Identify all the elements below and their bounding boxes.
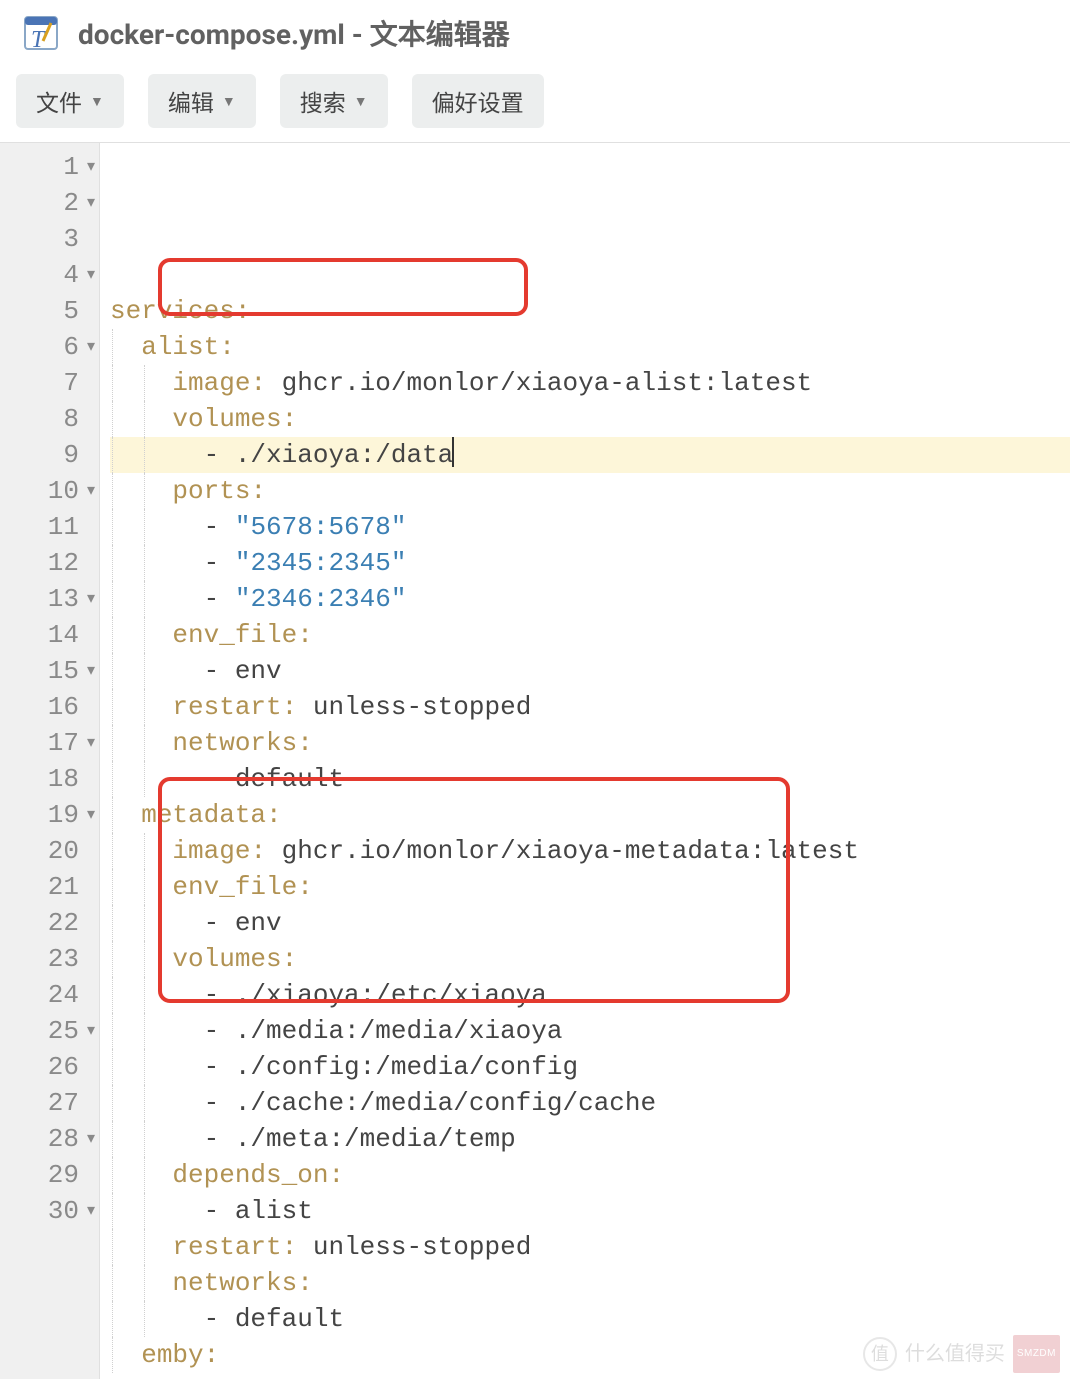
watermark-badge: 值 <box>863 1337 897 1371</box>
text-cursor <box>452 437 454 467</box>
line-number[interactable]: 8 <box>0 401 99 437</box>
fold-toggle-icon[interactable]: ▾ <box>87 797 95 833</box>
code-line[interactable]: env_file: <box>110 869 1070 905</box>
line-number[interactable]: 17▾ <box>0 725 99 761</box>
fold-toggle-icon[interactable]: ▾ <box>87 1193 95 1229</box>
code-editor[interactable]: 1▾2▾34▾56▾78910▾111213▾1415▾1617▾1819▾20… <box>0 143 1070 1379</box>
code-line[interactable]: metadata: <box>110 797 1070 833</box>
code-line[interactable]: image: ghcr.io/monlor/xiaoya-metadata:la… <box>110 833 1070 869</box>
line-number[interactable]: 27 <box>0 1085 99 1121</box>
code-line[interactable]: - alist <box>110 1193 1070 1229</box>
code-line[interactable]: - ./config:/media/config <box>110 1049 1070 1085</box>
line-number[interactable]: 11 <box>0 509 99 545</box>
line-number[interactable]: 23 <box>0 941 99 977</box>
line-number[interactable]: 1▾ <box>0 149 99 185</box>
caret-down-icon: ▼ <box>222 93 236 109</box>
line-number[interactable]: 15▾ <box>0 653 99 689</box>
code-line[interactable]: services: <box>110 293 1070 329</box>
code-line[interactable]: - default <box>110 1301 1070 1337</box>
code-line[interactable]: - env <box>110 905 1070 941</box>
code-line[interactable]: alist: <box>110 329 1070 365</box>
code-line[interactable]: - ./xiaoya:/data <box>110 437 1070 473</box>
window-title: docker-compose.yml - 文本编辑器 <box>78 13 510 53</box>
menu-file[interactable]: 文件 ▼ <box>16 74 124 128</box>
code-line[interactable]: ports: <box>110 473 1070 509</box>
code-line[interactable]: - env <box>110 653 1070 689</box>
titlebar: T docker-compose.yml - 文本编辑器 <box>0 0 1070 74</box>
code-area[interactable]: services: alist: image: ghcr.io/monlor/x… <box>100 143 1070 1379</box>
caret-down-icon: ▼ <box>354 93 368 109</box>
line-number[interactable]: 20 <box>0 833 99 869</box>
code-line[interactable]: - ./meta:/media/temp <box>110 1121 1070 1157</box>
fold-toggle-icon[interactable]: ▾ <box>87 1121 95 1157</box>
line-number[interactable]: 26 <box>0 1049 99 1085</box>
line-number[interactable]: 30▾ <box>0 1193 99 1229</box>
line-number[interactable]: 2▾ <box>0 185 99 221</box>
line-number[interactable]: 10▾ <box>0 473 99 509</box>
line-number[interactable]: 21 <box>0 869 99 905</box>
line-number-gutter[interactable]: 1▾2▾34▾56▾78910▾111213▾1415▾1617▾1819▾20… <box>0 143 100 1379</box>
code-line[interactable]: depends_on: <box>110 1157 1070 1193</box>
line-number[interactable]: 13▾ <box>0 581 99 617</box>
line-number[interactable]: 19▾ <box>0 797 99 833</box>
fold-toggle-icon[interactable]: ▾ <box>87 149 95 185</box>
fold-toggle-icon[interactable]: ▾ <box>87 329 95 365</box>
fold-toggle-icon[interactable]: ▾ <box>87 653 95 689</box>
line-number[interactable]: 5 <box>0 293 99 329</box>
code-line[interactable]: - "2346:2346" <box>110 581 1070 617</box>
fold-toggle-icon[interactable]: ▾ <box>87 581 95 617</box>
code-line[interactable]: volumes: <box>110 941 1070 977</box>
watermark-tag: SMZDM <box>1013 1335 1060 1373</box>
line-number[interactable]: 16 <box>0 689 99 725</box>
menu-search-label: 搜索 <box>300 84 346 118</box>
code-line[interactable]: restart: unless-stopped <box>110 689 1070 725</box>
fold-toggle-icon[interactable]: ▾ <box>87 725 95 761</box>
line-number[interactable]: 29 <box>0 1157 99 1193</box>
line-number[interactable]: 22 <box>0 905 99 941</box>
line-number[interactable]: 14 <box>0 617 99 653</box>
code-line[interactable]: restart: unless-stopped <box>110 1229 1070 1265</box>
code-line[interactable]: - default <box>110 761 1070 797</box>
line-number[interactable]: 18 <box>0 761 99 797</box>
menu-edit-label: 编辑 <box>168 84 214 118</box>
code-line[interactable]: networks: <box>110 725 1070 761</box>
caret-down-icon: ▼ <box>90 93 104 109</box>
line-number[interactable]: 25▾ <box>0 1013 99 1049</box>
line-number[interactable]: 4▾ <box>0 257 99 293</box>
code-line[interactable]: volumes: <box>110 401 1070 437</box>
menu-prefs-label: 偏好设置 <box>432 84 524 118</box>
code-line[interactable]: - "5678:5678" <box>110 509 1070 545</box>
line-number[interactable]: 12 <box>0 545 99 581</box>
code-line[interactable]: image: ghcr.io/monlor/xiaoya-alist:lates… <box>110 365 1070 401</box>
code-line[interactable]: networks: <box>110 1265 1070 1301</box>
code-line[interactable]: - "2345:2345" <box>110 545 1070 581</box>
fold-toggle-icon[interactable]: ▾ <box>87 257 95 293</box>
code-line[interactable]: env_file: <box>110 617 1070 653</box>
line-number[interactable]: 3 <box>0 221 99 257</box>
menu-file-label: 文件 <box>36 84 82 118</box>
menu-edit[interactable]: 编辑 ▼ <box>148 74 256 128</box>
code-line[interactable]: - ./xiaoya:/etc/xiaoya <box>110 977 1070 1013</box>
watermark-text: 什么值得买 <box>905 1336 1005 1372</box>
code-line[interactable]: - ./media:/media/xiaoya <box>110 1013 1070 1049</box>
text-editor-icon: T <box>20 12 62 54</box>
menu-search[interactable]: 搜索 ▼ <box>280 74 388 128</box>
fold-toggle-icon[interactable]: ▾ <box>87 1013 95 1049</box>
watermark: 值 什么值得买 SMZDM <box>863 1335 1060 1373</box>
menu-preferences[interactable]: 偏好设置 <box>412 74 544 128</box>
line-number[interactable]: 24 <box>0 977 99 1013</box>
line-number[interactable]: 9 <box>0 437 99 473</box>
fold-toggle-icon[interactable]: ▾ <box>87 473 95 509</box>
line-number[interactable]: 28▾ <box>0 1121 99 1157</box>
line-number[interactable]: 6▾ <box>0 329 99 365</box>
fold-toggle-icon[interactable]: ▾ <box>87 185 95 221</box>
menubar: 文件 ▼ 编辑 ▼ 搜索 ▼ 偏好设置 <box>0 74 1070 143</box>
line-number[interactable]: 7 <box>0 365 99 401</box>
code-line[interactable]: - ./cache:/media/config/cache <box>110 1085 1070 1121</box>
